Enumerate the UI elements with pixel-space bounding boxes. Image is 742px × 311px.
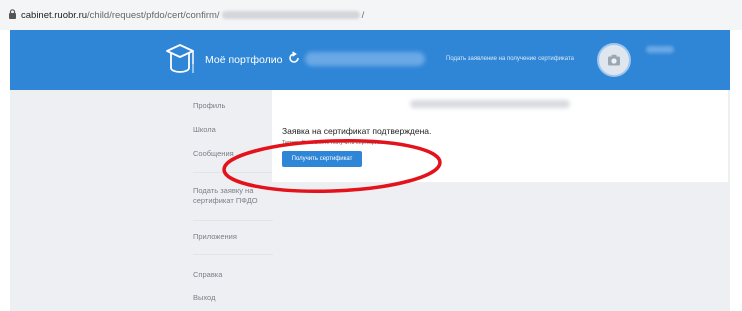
sidebar-item-logout[interactable]: Выход [193,293,215,303]
sidebar-item-messages[interactable]: Сообщения [193,149,234,159]
graduation-cap-icon[interactable] [165,42,195,76]
app-title[interactable]: Моё портфолио [205,54,282,66]
refresh-icon[interactable] [287,51,301,65]
lock-icon [9,9,16,19]
certificate-request-link[interactable]: Подать заявление на получение сертификат… [446,56,574,62]
confirmation-title: Заявка на сертификат подтверждена. [282,126,432,136]
camera-icon [608,54,620,66]
confirmation-card: Заявка на сертификат подтверждена. Тепер… [272,90,728,182]
get-certificate-button[interactable]: Получить сертификат [282,151,362,167]
app-header: Моё портфолио Подать заявление на получе… [10,30,730,90]
url-host: cabinet.ruobr.ru [21,10,88,21]
confirmation-subtitle: Теперь Вы можете получить сертификат [282,140,386,146]
redacted-user-name[interactable] [646,46,674,53]
url-trailing: / [361,10,365,21]
sidebar-item-school[interactable]: Школа [193,125,216,135]
sidebar-divider [193,254,273,255]
redacted-card-header [410,100,570,108]
sidebar-divider [193,172,273,173]
url-path: /child/request/pfdo/cert/confirm/ [87,10,220,21]
avatar[interactable] [597,43,631,77]
url-redacted [221,11,360,19]
sidebar-item-applications[interactable]: Приложения [193,232,237,242]
sidebar-item-pfdo-request[interactable]: Подать заявку на сертификат ПФДО [193,186,271,206]
redacted-school-selector[interactable] [305,52,425,66]
sidebar-item-help[interactable]: Справка [193,270,222,280]
address-bar[interactable]: cabinet.ruobr.ru/child/request/pfdo/cert… [0,0,742,30]
sidebar-divider [193,220,273,221]
main-content: Профиль Школа Сообщения Подать заявку на… [10,90,730,311]
sidebar-item-profile[interactable]: Профиль [193,101,225,111]
